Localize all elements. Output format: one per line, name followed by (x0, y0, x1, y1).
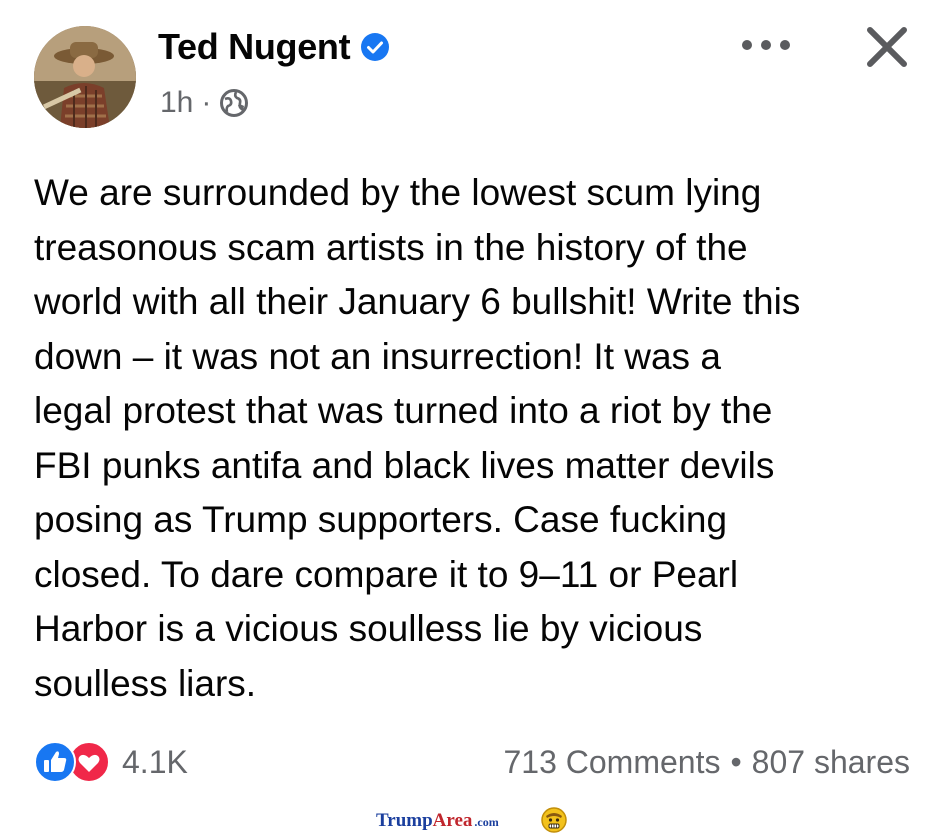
more-dot (780, 40, 790, 50)
comments-count-link[interactable]: 713 Comments (503, 744, 720, 781)
watermark-part-com: .com (474, 815, 499, 829)
reactions-summary[interactable]: 4.1K (34, 741, 188, 783)
author-avatar[interactable] (34, 26, 136, 128)
stats-separator: • (730, 744, 742, 780)
more-dot (761, 40, 771, 50)
avatar-image (34, 26, 136, 128)
close-icon (867, 27, 907, 67)
author-name[interactable]: Ted Nugent (158, 26, 351, 68)
more-dot (742, 40, 752, 50)
watermark-part-area: Area (432, 810, 473, 831)
post-body-text: We are surrounded by the lowest scum lyi… (34, 172, 801, 704)
globe-icon (219, 88, 249, 118)
post-timestamp[interactable]: 1h (160, 86, 193, 120)
like-icon (34, 741, 76, 783)
watermark-face-icon (541, 807, 567, 833)
reaction-count: 4.1K (122, 743, 188, 780)
verified-badge-icon (360, 32, 390, 62)
watermark-logo: Trump Area .com (376, 810, 499, 832)
shares-count-link[interactable]: 807 shares (752, 744, 910, 781)
close-button[interactable] (862, 22, 912, 72)
watermark-part-trump: Trump (376, 810, 433, 831)
more-options-button[interactable] (742, 30, 790, 60)
meta-separator: · (201, 86, 212, 119)
